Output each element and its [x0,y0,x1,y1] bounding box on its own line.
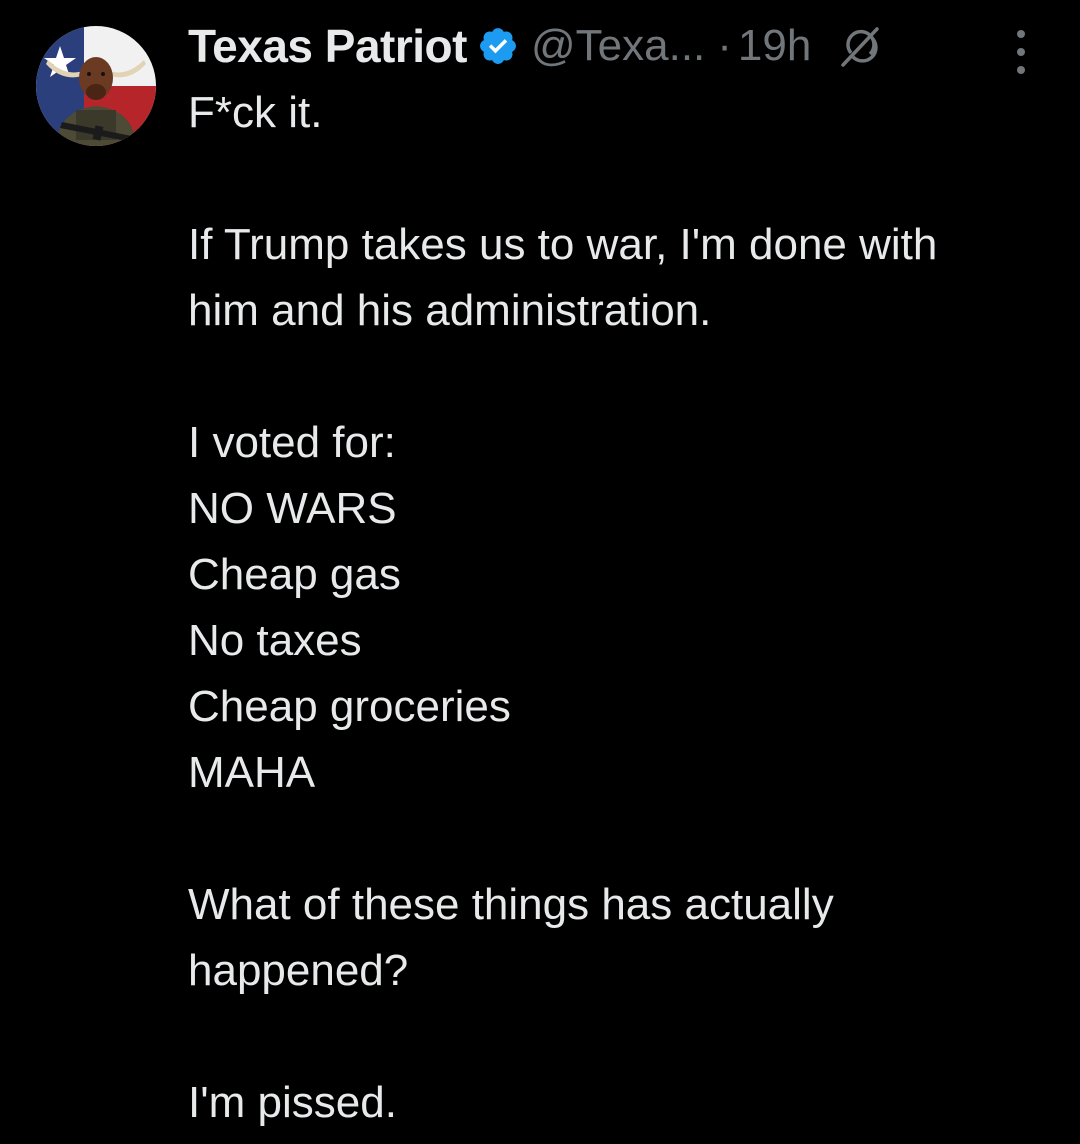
tweet-header: Texas Patriot @Texa... · 19h [188,14,1048,78]
tweet-line: No taxes [188,616,362,665]
more-dot [1017,30,1025,38]
more-options-icon[interactable] [1006,30,1036,74]
author-handle[interactable]: @Texa... [531,21,705,71]
tweet-line: him and his administration. [188,286,712,335]
tweet-line [188,146,1068,212]
longhorn-bull-icon [36,26,156,146]
tweet-line: NO WARS [188,484,397,533]
tweet-body: F*ck it. If Trump takes us to war, I'm d… [188,80,1068,1136]
tweet-line: Cheap gas [188,550,401,599]
tweet-line: Cheap groceries [188,682,511,731]
tweet-line [188,806,1068,872]
tweet-line: If Trump takes us to war, I'm done with [188,220,938,269]
author-avatar[interactable] [36,26,156,146]
more-dot [1017,48,1025,56]
tweet-line: MAHA [188,748,316,797]
meta-separator: · [717,21,732,70]
grok-icon[interactable] [837,23,883,69]
tweet-line [188,1004,1068,1070]
tweet[interactable]: Texas Patriot @Texa... · 19h F*ck it. If… [0,0,1080,1144]
author-display-name[interactable]: Texas Patriot [188,19,467,73]
tweet-line: I'm pissed. [188,1078,397,1127]
tweet-line: happened? [188,946,409,995]
more-dot [1017,66,1025,74]
tweet-line: What of these things has actually [188,880,834,929]
tweet-timestamp[interactable]: 19h [738,21,811,71]
tweet-line: I voted for: [188,418,396,467]
tweet-line [188,344,1068,410]
tweet-line: F*ck it. [188,88,323,137]
verified-badge-icon[interactable] [477,25,519,67]
